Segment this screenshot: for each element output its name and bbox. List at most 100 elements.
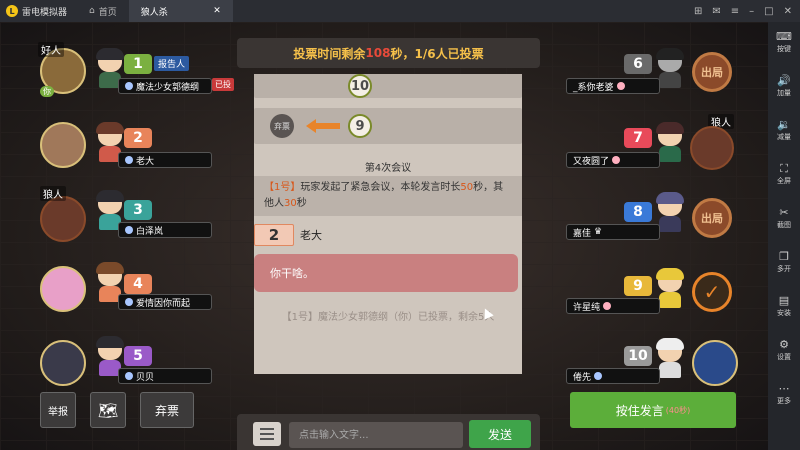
hold-to-talk-button[interactable]: 按住发言 (40秒) [570,392,736,428]
vote-target: 10 [348,74,372,98]
sidebar-item-volume-down[interactable]: 🔉 减量 [777,118,791,154]
notification-icon[interactable]: ✉ [712,6,720,17]
title-bar: L 雷电模拟器 ⌂ 首页 狼人杀 ✕ ⊞ ✉ ≡ – □ ✕ [0,0,800,22]
emulator-sidebar: ⌨ 按键 🔊 加量 🔉 减量 ⛶ 全屏 ✂ 截图 ❐ 多开 ▤ 安装 ⚙ 设置 ⋯ 更多 [768,22,800,450]
eliminated-stamp: 出局 [692,52,732,92]
voted-check-stamp: ✓ [692,272,732,312]
tab-game-label: 狼人杀 [140,7,168,18]
crown-icon: ♛ [594,227,603,237]
avatar [690,126,734,170]
chat-input[interactable] [289,422,463,448]
abstain-button[interactable]: 弃票 [140,392,194,428]
app-logo-icon: L [6,5,18,17]
map-button[interactable]: 🗺 [90,392,126,428]
tab-home-label: 首页 [98,7,117,18]
sidebar-item-more[interactable]: ⋯ 更多 [777,382,791,418]
player-nameplate: 贝贝 [118,368,212,384]
speaker-name: 老大 [300,229,322,242]
abstain-voter: 弃票 [270,114,294,138]
tab-game[interactable]: 狼人杀 ✕ [128,0,233,22]
tab-home[interactable]: ⌂ 首页 [77,0,129,22]
voted-badge: 已投 [212,78,234,91]
player-seat-7[interactable]: 狼人 7 又夜圆了 [560,114,740,174]
player-seat-5[interactable]: 5 贝贝 [0,336,235,392]
seat-number: 2 [124,128,152,148]
game-area: 好人 你 1 报告人 魔法少女郭德纲 已投 2 老大 狼人 3 白泽岚 4 爱情… [0,22,768,450]
volume-down-icon: 🔉 [777,118,791,131]
player-seat-8[interactable]: 8 出局 嘉佳 ♛ [560,190,740,246]
vote-target: 9 [348,114,372,138]
player-seat-4[interactable]: 4 爱情因你而起 [0,262,235,318]
maximize-icon[interactable]: □ [764,6,773,17]
gender-icon [125,372,133,380]
gender-icon [616,82,625,90]
close-icon[interactable]: ✕ [784,6,792,17]
gender-icon [125,82,133,90]
avatar [40,196,86,242]
player-nameplate: 白泽岚 [118,222,212,238]
meeting-title: 第4次会议 [364,163,412,174]
speech-bubble: 你干啥。 [254,254,518,292]
sidebar-item-multi[interactable]: ❐ 多开 [777,250,791,286]
player-nameplate: _系你老婆 [566,78,660,94]
seat-number: 9 [624,276,652,296]
you-badge: 你 [40,86,54,97]
player-seat-2[interactable]: 2 老大 [0,118,235,174]
role-tag: 狼人 [40,186,66,201]
avatar [40,122,86,168]
seat-number: 1 [124,54,152,74]
player-nameplate: 老大 [118,152,212,168]
player-seat-3[interactable]: 狼人 3 白泽岚 [0,186,235,242]
sidebar-item-keys[interactable]: ⌨ 按键 [776,30,792,66]
app-title: L 雷电模拟器 [0,5,77,18]
chat-input-bar: 发送 [237,414,540,450]
chat-menu-button[interactable] [253,422,281,446]
sidebar-item-screenshot[interactable]: ✂ 截图 [777,206,791,242]
eliminated-stamp: 出局 [692,198,732,238]
home-icon: ⌂ [89,6,95,16]
menu-icon[interactable]: ≡ [731,6,739,17]
sidebar-item-install[interactable]: ▤ 安装 [777,294,791,330]
player-nameplate: 嘉佳 ♛ [566,224,660,240]
scissors-icon: ✂ [779,206,789,219]
reporter-badge: 报告人 [154,56,190,71]
player-seat-6[interactable]: 6 出局 _系你老婆 [560,44,740,100]
role-tag: 好人 [38,42,64,57]
more-icon: ⋯ [778,382,790,395]
avatar [40,266,86,312]
avatar [40,340,86,386]
keyboard-icon: ⌨ [776,30,792,43]
player-seat-10[interactable]: 10 倦先 [560,338,740,394]
seat-number: 10 [624,346,652,366]
install-icon: ▤ [778,294,790,307]
gamepad-icon[interactable]: ⊞ [694,6,702,17]
report-button[interactable]: 举报 [40,392,76,428]
player-seat-1[interactable]: 好人 你 1 报告人 魔法少女郭德纲 已投 [0,42,235,100]
fullscreen-icon: ⛶ [780,162,788,175]
player-seat-9[interactable]: 9 ✓ 许星纯 [560,266,740,322]
sidebar-item-volume-up[interactable]: 🔊 加量 [777,74,791,110]
vote-record: 10 [254,74,522,98]
gear-icon: ⚙ [779,338,789,351]
minimize-icon[interactable]: – [749,6,754,17]
seat-number: 4 [124,274,152,294]
chat-log[interactable]: 10 弃票 9 第4次会议 【1号】玩家发起了紧急会议，本轮发言时长50秒，其他… [254,74,522,374]
avatar [692,340,738,386]
seat-number: 5 [124,346,152,366]
sidebar-item-fullscreen[interactable]: ⛶ 全屏 [777,162,791,198]
send-button[interactable]: 发送 [469,420,531,448]
vote-timer-banner: 投票时间剩余 108 秒，1/6人已投票 [237,38,540,68]
player-nameplate: 魔法少女郭德纲 [118,78,212,94]
sidebar-item-settings[interactable]: ⚙ 设置 [777,338,791,374]
seat-number: 8 [624,202,652,222]
speaker-row: 2 老大 [254,224,522,246]
gender-icon [125,226,133,234]
map-icon: 🗺 [97,400,119,420]
meeting-panel: 投票时间剩余 108 秒，1/6人已投票 10 弃票 9 第4次会议 【1号】玩家发… [237,38,540,450]
close-tab-icon[interactable]: ✕ [213,6,221,16]
app-name: 雷电模拟器 [22,7,68,18]
seat-number: 6 [624,54,652,74]
arrow-left-icon [306,119,340,133]
player-nameplate: 爱情因你而起 [118,294,212,310]
player-nameplate: 倦先 [566,368,660,384]
